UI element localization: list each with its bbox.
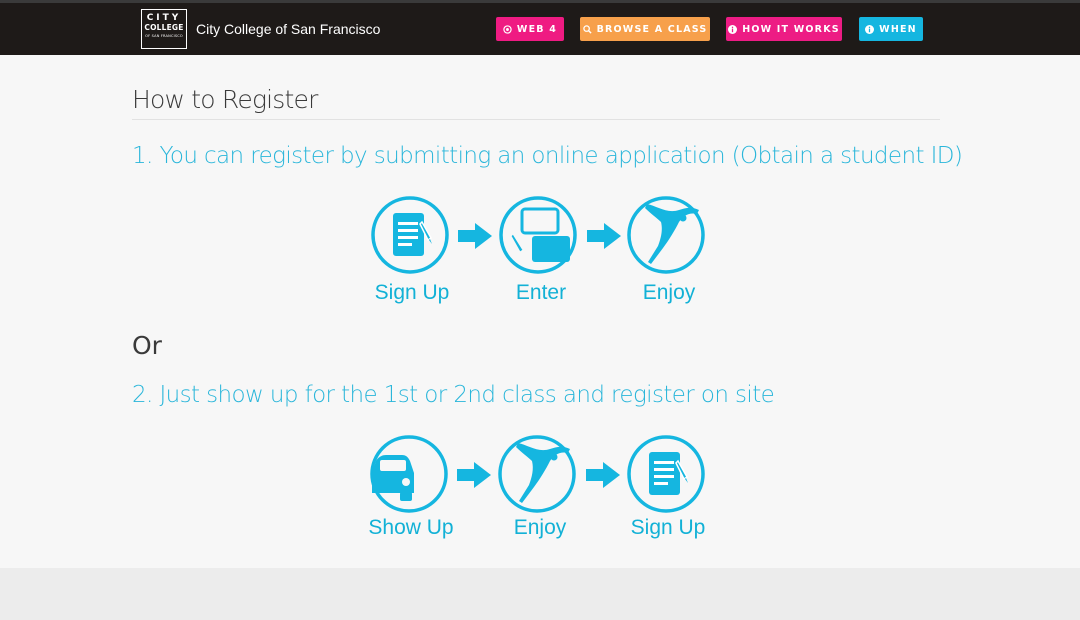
logo-line-1: CITY [146, 13, 182, 23]
brand-name[interactable]: City College of San Francisco [196, 21, 380, 37]
arrow-right-icon [457, 462, 491, 488]
step-sign-up-label: Sign Up [630, 516, 706, 539]
or-separator: Or [132, 331, 162, 360]
main-content: How to Register 1. You can register by s… [0, 55, 1080, 568]
page-title: How to Register [132, 85, 318, 114]
step-sign-up-label: Sign Up [374, 281, 450, 304]
nav-when-button[interactable]: WHEN [859, 17, 923, 41]
info-icon [728, 24, 738, 34]
nav-when-label: WHEN [879, 23, 917, 35]
dancer-icon [627, 196, 705, 274]
option-1-heading: 1. You can register by submitting an onl… [132, 143, 963, 169]
nav-browse-class-button[interactable]: BROWSE A CLASS [580, 17, 710, 41]
option-2-heading: 2. Just show up for the 1st or 2nd class… [132, 382, 775, 408]
arrow-right-icon [586, 462, 620, 488]
ccsf-logo[interactable]: CITY COLLEGE OF SAN FRANCISCO [141, 9, 187, 49]
step-enjoy-label: Enjoy [513, 516, 567, 539]
nav-how-it-works-label: HOW IT WORKS [742, 23, 840, 35]
dancer-icon [498, 435, 576, 513]
top-navbar: CITY COLLEGE OF SAN FRANCISCO City Colle… [0, 0, 1080, 55]
title-divider [132, 119, 940, 120]
document-pencil-icon [627, 435, 705, 513]
nav-how-it-works-button[interactable]: HOW IT WORKS [726, 17, 842, 41]
form-windows-icon [499, 196, 577, 274]
nav-browse-class-label: BROWSE A CLASS [596, 23, 708, 35]
logo-line-2: COLLEGE [144, 23, 184, 32]
step-show-up-label: Show Up [368, 516, 454, 539]
target-icon [503, 24, 512, 34]
document-pencil-icon [371, 196, 449, 274]
step-enjoy-label: Enjoy [642, 281, 696, 304]
step-enter-label: Enter [515, 281, 567, 304]
nav-web4-button[interactable]: WEB 4 [496, 17, 564, 41]
nav-web4-label: WEB 4 [516, 23, 558, 35]
car-icon [370, 435, 448, 513]
page-footer [0, 568, 1080, 620]
info-icon [865, 24, 875, 34]
arrow-right-icon [458, 223, 492, 249]
search-icon [582, 24, 592, 34]
arrow-right-icon [587, 223, 621, 249]
logo-line-3: OF SAN FRANCISCO [145, 34, 183, 38]
